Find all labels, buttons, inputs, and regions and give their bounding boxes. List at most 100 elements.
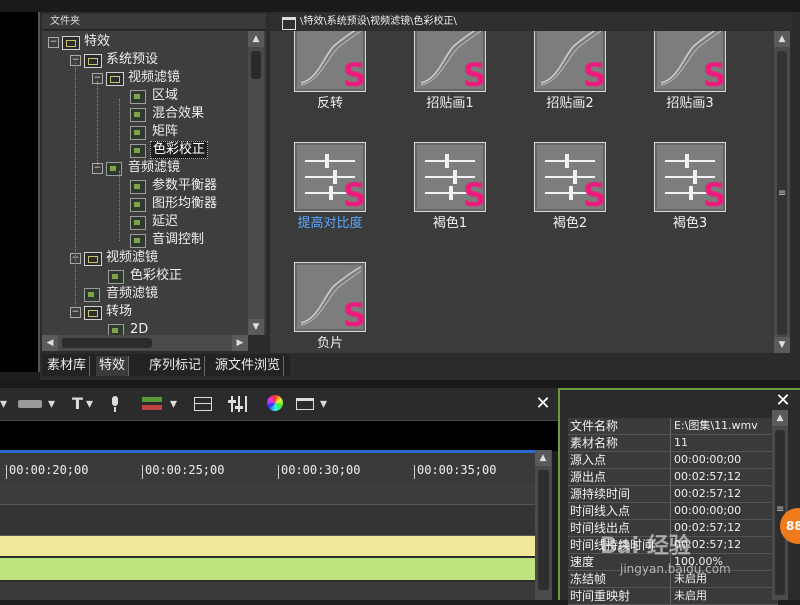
track-row[interactable] [0,582,535,600]
scroll-right-icon[interactable]: ▶ [232,335,248,351]
render-icon[interactable] [140,394,166,414]
tab-source-browser[interactable]: 源文件浏览 [212,356,285,376]
filter-folder-icon [130,216,146,230]
folder-icon [84,252,102,266]
scroll-thumb[interactable] [538,470,549,590]
effect-item-poster-3[interactable]: S 招贴画3 [640,31,740,122]
tree-guide [119,99,120,151]
effect-item-sepia-2[interactable]: S 褐色2 [520,142,620,242]
tree-vertical-scrollbar[interactable]: ▲ ▼ [248,31,264,335]
top-strip [0,0,800,12]
effect-label: 招贴画2 [546,96,594,111]
property-row: 源入点 00:00:00;00 [568,452,778,469]
audio-clip[interactable] [0,558,535,582]
s-badge-icon: S [702,176,726,214]
tree-guide [119,171,120,241]
dropdown-arrow-icon[interactable]: ▾ [48,394,55,414]
color-wheel-icon[interactable] [266,394,286,414]
track-row[interactable] [0,505,535,536]
video-clip[interactable] [0,536,535,558]
bin-tabs: 素材库 特效 序列标记 源文件浏览 [42,354,290,376]
folder-icon [62,36,80,50]
tree-horizontal-scrollbar[interactable]: ◀ ▶ [42,335,248,351]
tree-item-label: 音调控制 [152,232,205,247]
dropdown-arrow-icon[interactable]: ▾ [170,394,177,414]
audio-mixer-icon[interactable] [228,394,250,414]
effect-item-increase-contrast[interactable]: S 提高对比度 [280,142,380,242]
filter-folder-icon [108,324,124,335]
grip-icon: ≡ [778,188,787,199]
effect-label: 负片 [316,336,343,351]
effect-label: 褐色2 [552,216,588,231]
link-icon[interactable] [18,394,44,414]
scroll-up-icon[interactable]: ▲ [248,31,264,47]
tree-item-label: 图形均衡器 [152,196,218,211]
tree-item-label: 2D [130,322,149,335]
scroll-thumb[interactable] [251,51,261,79]
tab-sequence-markers[interactable]: 序列标记 [146,356,206,376]
tree-item-label: 视频滤镜 [128,70,181,85]
scroll-up-icon[interactable]: ▲ [772,410,788,426]
property-row: 源持续时间 00:02:57;12 [568,486,778,503]
curve-icon: S [294,262,366,332]
effect-item-poster-2[interactable]: S 招贴画2 [520,31,620,122]
effect-item-sepia-1[interactable]: S 褐色1 [400,142,500,242]
close-icon[interactable]: ✕ [534,395,552,413]
close-icon[interactable]: ✕ [774,392,792,410]
tree-item-label: 特效 [84,34,111,49]
scroll-up-icon[interactable]: ▲ [774,31,790,47]
folder-icon [84,306,102,320]
splitter[interactable] [0,380,800,388]
tree-item-label: 参数平衡器 [152,178,218,193]
multicam-icon[interactable] [194,394,214,414]
filter-folder-icon [84,288,100,302]
property-row: 源出点 00:02:57;12 [568,469,778,486]
scroll-up-icon[interactable]: ▲ [535,450,551,466]
timeline-ruler[interactable]: 00:00:20;00 00:00:25;00 00:00:30;00 00:0… [0,450,535,487]
content-path-bar: \特效\系统预设\视频滤镜\色彩校正\ [270,14,792,30]
content-path: \特效\系统预设\视频滤镜\色彩校正\ [300,16,457,27]
effect-item-invert[interactable]: S 反转 [280,31,380,122]
content-vertical-scrollbar[interactable]: ▲ ≡ ▼ [774,31,790,353]
tree-item-label: 音频滤镜 [128,160,181,175]
collapse-icon[interactable]: − [48,37,59,48]
effect-label: 反转 [316,96,343,111]
scroll-thumb[interactable] [62,338,152,348]
dropdown-arrow-icon[interactable]: ▾ [320,394,327,414]
tree-guide [75,63,76,308]
tree-item-label: 混合效果 [152,106,205,121]
effect-item-negative[interactable]: S 负片 [280,262,380,353]
filter-folder-icon [130,126,146,140]
effect-item-sepia-3[interactable]: S 褐色3 [640,142,740,242]
tree-item-label: 转场 [106,304,133,319]
tree-item-label: 区域 [152,88,179,103]
tab-effects[interactable]: 特效 [96,356,130,376]
collapse-icon[interactable]: − [70,307,81,318]
dropdown-arrow-icon[interactable]: ▾ [86,394,93,414]
s-badge-icon: S [702,56,726,94]
tab-asset-bin[interactable]: 素材库 [44,356,91,376]
s-badge-icon: S [582,176,606,214]
preview-area [0,12,40,372]
ruler-label: 00:00:30;00 [281,463,361,477]
filter-folder-icon [130,180,146,194]
scroll-left-icon[interactable]: ◀ [42,335,58,351]
microphone-icon[interactable] [108,394,122,414]
folder-tree-header: 文件夹 [42,14,266,30]
title-tool-icon[interactable]: T [72,394,83,414]
track-row[interactable] [0,484,535,505]
s-badge-icon: S [462,176,486,214]
s-badge-icon: S [342,296,366,334]
scroll-down-icon[interactable]: ▼ [774,337,790,353]
dropdown-arrow-icon[interactable]: ▾ [0,394,7,414]
scroll-down-icon[interactable]: ▼ [248,319,264,335]
grip-icon: ≡ [776,504,785,515]
filter-folder-icon [130,90,146,104]
properties-vertical-scrollbar[interactable]: ▲ ≡ [772,410,788,600]
timeline-vertical-scrollbar[interactable]: ▲ [535,450,552,600]
filter-folder-icon [130,198,146,212]
effect-label: 招贴画3 [666,96,714,111]
folder-icon [106,72,124,86]
effect-item-poster-1[interactable]: S 招贴画1 [400,31,500,122]
window-layout-icon[interactable] [296,394,316,414]
